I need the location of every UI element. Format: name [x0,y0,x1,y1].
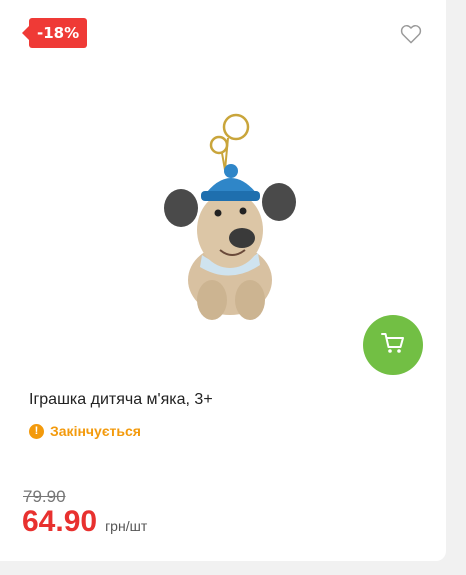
warning-icon: ! [29,423,44,439]
price-unit: грн/шт [105,518,148,534]
availability-text: Закінчується [50,423,141,439]
add-to-cart-button[interactable] [363,315,423,375]
product-image[interactable] [150,105,300,330]
availability-status: ! Закінчується [29,423,141,439]
old-price: 79.90 [23,487,66,506]
price-row: 64.90 грн/шт [22,505,147,539]
product-card[interactable]: -18% Іграшка дитяча м'яка, 3+ ! Закінчує… [0,0,446,561]
product-title[interactable]: Іграшка дитяча м'яка, 3+ [29,391,213,409]
heart-icon[interactable] [400,24,422,44]
discount-badge: -18% [21,18,88,48]
current-price: 64.90 [22,505,98,538]
shopping-cart-icon [381,332,405,358]
